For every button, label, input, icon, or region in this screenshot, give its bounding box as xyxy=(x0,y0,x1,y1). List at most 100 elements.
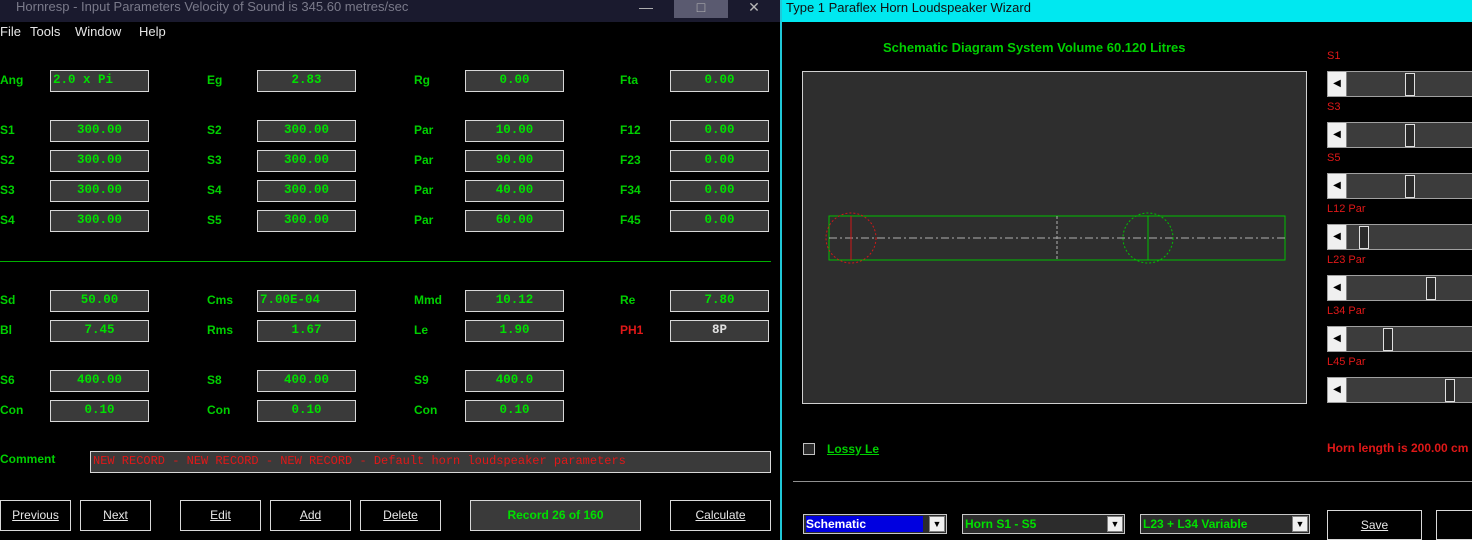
param-label-par: Par xyxy=(414,213,434,227)
slider-thumb[interactable] xyxy=(1359,226,1369,249)
wizard-title: Type 1 Paraflex Horn Loudspeaker Wizard xyxy=(786,0,1031,15)
param-field-rg[interactable]: 0.00 xyxy=(465,70,564,92)
param-field-s8[interactable]: 400.00 xyxy=(257,370,356,392)
param-field-s4[interactable]: 300.00 xyxy=(50,210,149,232)
param-label-s4: S4 xyxy=(207,183,222,197)
slider-thumb[interactable] xyxy=(1426,277,1437,300)
param-field-par[interactable]: 60.00 xyxy=(465,210,564,232)
next-button[interactable]: Next xyxy=(80,500,151,531)
horn-section-dropdown-value: Horn S1 - S5 xyxy=(965,517,1037,531)
parameter-slider[interactable]: ◀ xyxy=(1327,122,1472,148)
param-label-cms: Cms xyxy=(207,293,234,307)
param-label-re: Re xyxy=(620,293,636,307)
previous-button[interactable]: Previous xyxy=(0,500,71,531)
param-field-eg[interactable]: 2.83 xyxy=(257,70,356,92)
slider-thumb[interactable] xyxy=(1404,175,1415,198)
parameter-slider[interactable]: ◀ xyxy=(1327,71,1472,97)
slider-thumb[interactable] xyxy=(1404,124,1415,147)
param-label-f23: F23 xyxy=(620,153,641,167)
param-field-ang[interactable]: 2.0 x Pi xyxy=(50,70,149,92)
param-label-le: Le xyxy=(414,323,429,337)
variable-dropdown[interactable]: L23 + L34 Variable ▼ xyxy=(1140,514,1310,534)
parameter-slider[interactable]: ◀ xyxy=(1327,224,1472,250)
arrow-left-icon[interactable]: ◀ xyxy=(1328,72,1347,96)
parameter-slider[interactable]: ◀ xyxy=(1327,326,1472,352)
minimize-button[interactable]: — xyxy=(618,0,674,18)
param-field-con[interactable]: 0.10 xyxy=(257,400,356,422)
param-field-re[interactable]: 7.80 xyxy=(670,290,769,312)
window-divider xyxy=(780,0,782,540)
param-label-con: Con xyxy=(207,403,231,417)
slider-thumb[interactable] xyxy=(1404,73,1415,96)
param-field-s2[interactable]: 300.00 xyxy=(257,120,356,142)
schematic-drawing xyxy=(825,212,1286,264)
arrow-left-icon[interactable]: ◀ xyxy=(1328,378,1347,402)
param-field-mmd[interactable]: 10.12 xyxy=(465,290,564,312)
param-field-rms[interactable]: 1.67 xyxy=(257,320,356,342)
param-field-f12[interactable]: 0.00 xyxy=(670,120,769,142)
arrow-left-icon[interactable]: ◀ xyxy=(1328,225,1347,249)
param-field-s2[interactable]: 300.00 xyxy=(50,150,149,172)
close-button[interactable]: ✕ xyxy=(728,0,780,18)
param-field-ph1[interactable]: 8P xyxy=(670,320,769,342)
param-field-fta[interactable]: 0.00 xyxy=(670,70,769,92)
param-field-par[interactable]: 40.00 xyxy=(465,180,564,202)
parameter-slider[interactable]: ◀ xyxy=(1327,377,1472,403)
delete-button[interactable]: Delete xyxy=(360,500,441,531)
slider-thumb[interactable] xyxy=(1383,328,1393,351)
slider-label: L12 Par xyxy=(1327,203,1366,215)
param-field-f45[interactable]: 0.00 xyxy=(670,210,769,232)
calculate-button[interactable]: Calculate xyxy=(670,500,771,531)
add-button[interactable]: Add xyxy=(270,500,351,531)
arrow-left-icon[interactable]: ◀ xyxy=(1328,276,1347,300)
param-label-f12: F12 xyxy=(620,123,641,137)
param-field-con[interactable]: 0.10 xyxy=(50,400,149,422)
param-label-s3: S3 xyxy=(0,183,15,197)
param-field-s6[interactable]: 400.00 xyxy=(50,370,149,392)
param-field-cms[interactable]: 7.00E-04 xyxy=(257,290,356,312)
param-field-bl[interactable]: 7.45 xyxy=(50,320,149,342)
param-label-s6: S6 xyxy=(0,373,15,387)
param-field-par[interactable]: 10.00 xyxy=(465,120,564,142)
edit-button[interactable]: Edit xyxy=(180,500,261,531)
param-field-s9[interactable]: 400.0 xyxy=(465,370,564,392)
horn-section-dropdown[interactable]: Horn S1 - S5 ▼ xyxy=(962,514,1125,534)
param-label-s1: S1 xyxy=(0,123,15,137)
param-label-s4: S4 xyxy=(0,213,15,227)
param-field-par[interactable]: 90.00 xyxy=(465,150,564,172)
save-button[interactable]: Save xyxy=(1327,510,1422,540)
param-field-s3[interactable]: 300.00 xyxy=(257,150,356,172)
param-field-s4[interactable]: 300.00 xyxy=(257,180,356,202)
lossy-le-label[interactable]: Lossy Le xyxy=(827,442,879,456)
slider-thumb[interactable] xyxy=(1445,379,1456,402)
arrow-left-icon[interactable]: ◀ xyxy=(1328,327,1347,351)
cancel-button[interactable] xyxy=(1436,510,1472,540)
param-label-con: Con xyxy=(0,403,24,417)
parameter-slider[interactable]: ◀ xyxy=(1327,173,1472,199)
param-label-par: Par xyxy=(414,123,434,137)
param-field-sd[interactable]: 50.00 xyxy=(50,290,149,312)
param-field-f34[interactable]: 0.00 xyxy=(670,180,769,202)
lossy-le-checkbox[interactable] xyxy=(803,443,815,455)
menu-help[interactable]: Help xyxy=(139,24,166,39)
param-label-eg: Eg xyxy=(207,73,223,87)
maximize-button[interactable]: □ xyxy=(674,0,728,18)
view-dropdown[interactable]: Schematic ▼ xyxy=(803,514,947,534)
comment-field[interactable]: NEW RECORD - NEW RECORD - NEW RECORD - D… xyxy=(90,451,771,473)
param-label-s2: S2 xyxy=(0,153,15,167)
menu-window[interactable]: Window xyxy=(75,24,121,39)
param-field-s1[interactable]: 300.00 xyxy=(50,120,149,142)
menu-file[interactable]: File xyxy=(0,24,21,39)
param-label-ph1: PH1 xyxy=(620,323,644,337)
param-field-s3[interactable]: 300.00 xyxy=(50,180,149,202)
parameter-slider[interactable]: ◀ xyxy=(1327,275,1472,301)
menu-tools[interactable]: Tools xyxy=(30,24,60,39)
arrow-left-icon[interactable]: ◀ xyxy=(1328,123,1347,147)
param-label-f45: F45 xyxy=(620,213,641,227)
slider-label: S3 xyxy=(1327,101,1341,113)
arrow-left-icon[interactable]: ◀ xyxy=(1328,174,1347,198)
param-field-s5[interactable]: 300.00 xyxy=(257,210,356,232)
param-field-f23[interactable]: 0.00 xyxy=(670,150,769,172)
param-field-con[interactable]: 0.10 xyxy=(465,400,564,422)
param-field-le[interactable]: 1.90 xyxy=(465,320,564,342)
